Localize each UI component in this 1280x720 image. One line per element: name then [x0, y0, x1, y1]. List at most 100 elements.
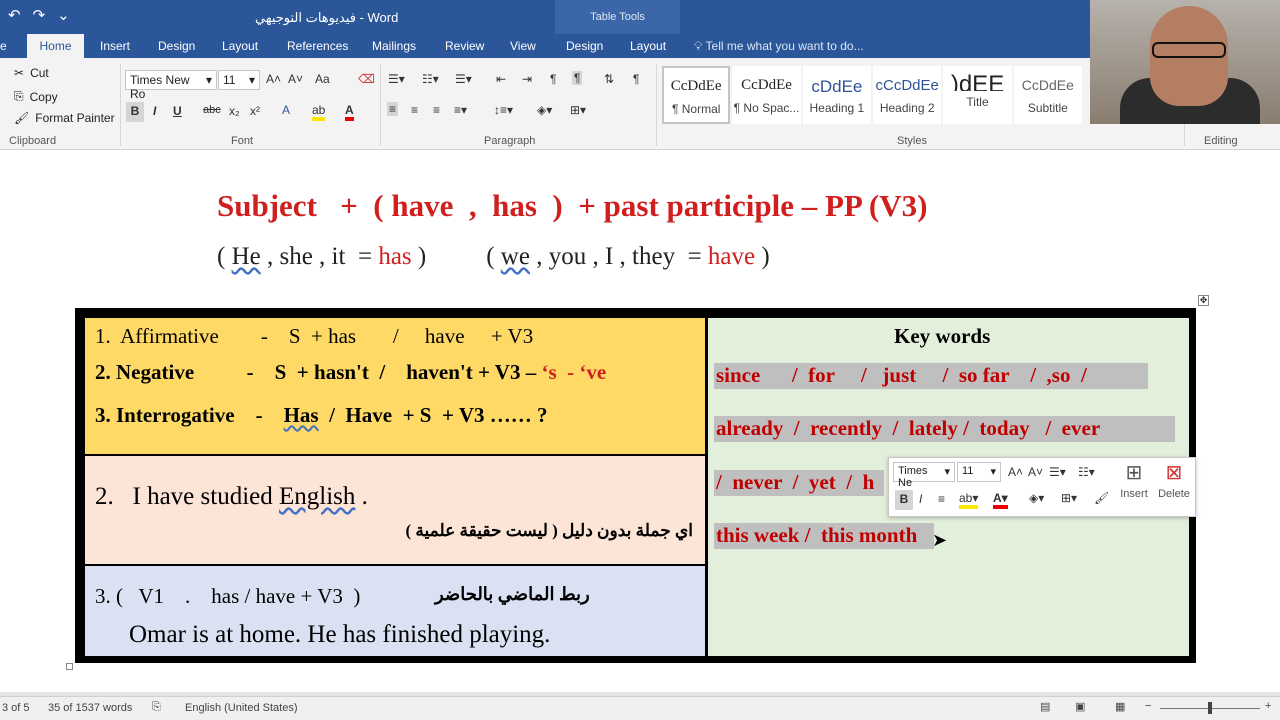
- word-count[interactable]: 35 of 1537 words: [48, 702, 132, 714]
- shading-icon[interactable]: ◈▾: [537, 103, 552, 117]
- mini-align-icon[interactable]: ≡: [938, 492, 945, 506]
- bold-button[interactable]: B: [126, 102, 144, 122]
- font-color-icon[interactable]: A: [345, 103, 354, 121]
- language-indicator[interactable]: English (United States): [185, 702, 298, 714]
- line-spacing-icon[interactable]: ↕≡▾: [494, 103, 513, 117]
- align-center-icon[interactable]: ≡: [411, 103, 418, 117]
- ltr-icon[interactable]: ¶: [550, 72, 556, 86]
- table-cell-forms[interactable]: 1. Affirmative - S + has / have + V3 2. …: [85, 318, 705, 454]
- borders-icon[interactable]: ⊞▾: [570, 103, 586, 117]
- proofing-icon[interactable]: ⎘: [152, 701, 161, 714]
- text-run: English: [278, 483, 356, 510]
- tab-mailings[interactable]: Mailings: [372, 39, 416, 53]
- tab-table-layout[interactable]: Layout: [630, 39, 666, 53]
- mini-font-color-icon[interactable]: A▾: [993, 491, 1008, 509]
- mini-format-painter-icon[interactable]: 🖌︎: [1094, 491, 1109, 505]
- shrink-font-icon[interactable]: A˅: [288, 72, 303, 86]
- chevron-down-icon: ▾: [990, 466, 996, 478]
- read-mode-icon[interactable]: ▤: [1040, 700, 1050, 713]
- strikethrough-button[interactable]: abc: [203, 104, 221, 116]
- mini-insert-button[interactable]: ⊞ Insert: [1114, 460, 1154, 516]
- sort-icon[interactable]: ⇅: [604, 72, 614, 86]
- style-no-spacing[interactable]: CcDdEe ¶ No Spac...: [732, 66, 801, 124]
- bullets-icon[interactable]: ☰▾: [1049, 465, 1066, 479]
- table-cell-example-3[interactable]: 3. ( V1 . has / have + V3 ) ربط الماضي ب…: [85, 566, 705, 656]
- subscript-button[interactable]: x₂: [229, 104, 240, 118]
- tab-view[interactable]: View: [510, 39, 536, 53]
- window-title: فيديوهات التوجيهي - Word: [255, 10, 399, 25]
- mini-shading-icon[interactable]: ◈▾: [1029, 491, 1044, 505]
- italic-button[interactable]: I: [153, 104, 156, 118]
- customize-qat-icon[interactable]: ⌄: [57, 6, 70, 24]
- style-heading-2[interactable]: cCcDdEe Heading 2: [873, 66, 942, 124]
- table-move-handle-icon[interactable]: ✥: [1198, 295, 1209, 306]
- zoom-slider-thumb[interactable]: [1208, 702, 1212, 714]
- tab-references[interactable]: References: [287, 39, 348, 53]
- ribbon: ✂ Cut ⎘ Copy 🖌︎ Format Painter Clipboard Ti…: [0, 58, 1280, 150]
- tab-review[interactable]: Review: [445, 39, 484, 53]
- mini-italic-button[interactable]: I: [919, 492, 922, 506]
- tell-me-box[interactable]: 💡︎ Tell me what you want to do...: [694, 39, 864, 54]
- tab-insert[interactable]: Insert: [100, 39, 130, 53]
- mini-highlight-icon[interactable]: ab▾: [959, 491, 979, 509]
- bullets-icon[interactable]: ☰▾: [388, 72, 405, 86]
- text-run: ): [411, 243, 427, 270]
- change-case-button[interactable]: Aa: [315, 72, 330, 86]
- decrease-indent-icon[interactable]: ⇤: [496, 72, 506, 86]
- text-run: (: [217, 243, 232, 270]
- style-title[interactable]: )dEE Title: [943, 66, 1012, 124]
- style-normal[interactable]: CcDdEe ¶ Normal: [662, 66, 731, 124]
- format-painter-button[interactable]: 🖌︎ Format Painter: [14, 111, 115, 125]
- tab-home[interactable]: Home: [27, 34, 84, 58]
- mini-font-combo[interactable]: Times Ne ▾: [893, 462, 955, 489]
- underline-button[interactable]: U: [173, 104, 182, 118]
- copy-icon: ⎘: [14, 89, 24, 103]
- text-run: we: [500, 243, 530, 270]
- zoom-out-icon[interactable]: −: [1145, 700, 1151, 712]
- redo-icon[interactable]: ↷: [33, 6, 46, 24]
- style-subtitle[interactable]: CcDdEe Subtitle: [1013, 66, 1083, 124]
- increase-indent-icon[interactable]: ⇥: [522, 72, 532, 86]
- align-right-icon[interactable]: ≡: [433, 103, 440, 117]
- tab-table-design[interactable]: Design: [566, 39, 603, 53]
- undo-icon[interactable]: ↶: [8, 6, 21, 24]
- font-name-value: Times New Ro: [130, 73, 190, 101]
- mini-delete-button[interactable]: ⊠ Delete: [1154, 460, 1194, 516]
- tab-layout[interactable]: Layout: [222, 39, 258, 53]
- cut-button[interactable]: ✂ Cut: [14, 66, 49, 80]
- document-page[interactable]: Subject + ( have , has ) + past particip…: [0, 150, 1280, 692]
- web-layout-icon[interactable]: ▦: [1115, 700, 1125, 713]
- tab-design[interactable]: Design: [158, 39, 195, 53]
- rtl-icon[interactable]: ¶: [572, 71, 583, 85]
- multilevel-list-icon[interactable]: ☰▾: [455, 72, 472, 86]
- style-sample: cDdEe: [811, 77, 863, 96]
- font-group-label: Font: [231, 135, 254, 147]
- numbering-icon[interactable]: ☷▾: [1078, 465, 1095, 479]
- align-left-icon[interactable]: ≡: [387, 102, 399, 116]
- mini-bold-button[interactable]: B: [895, 490, 913, 510]
- numbering-icon[interactable]: ☷▾: [422, 72, 439, 86]
- show-marks-icon[interactable]: ¶: [633, 72, 639, 86]
- font-size-combo[interactable]: 11 ▾: [218, 70, 260, 90]
- page-count[interactable]: 3 of 5: [2, 702, 30, 714]
- clear-formatting-icon[interactable]: ⌫: [358, 72, 375, 86]
- superscript-button[interactable]: x²: [250, 104, 260, 118]
- highlight-icon[interactable]: ab: [312, 103, 326, 121]
- font-name-combo[interactable]: Times New Ro ▾: [125, 70, 217, 101]
- text-effects-icon[interactable]: A: [282, 103, 290, 117]
- grow-font-icon[interactable]: A˄: [266, 72, 281, 86]
- table-cell-example-2[interactable]: 2. I have studied English . اي جملة بدون…: [85, 456, 705, 564]
- grow-font-icon[interactable]: A˄: [1008, 465, 1023, 479]
- print-layout-icon[interactable]: ▣: [1075, 700, 1085, 713]
- tab-file[interactable]: e: [0, 39, 7, 53]
- keywords-line-2: already / recently / lately / today / ev…: [714, 416, 1175, 442]
- shrink-font-icon[interactable]: A˅: [1028, 465, 1043, 479]
- table-resize-handle[interactable]: [66, 663, 73, 670]
- style-heading-1[interactable]: cDdEe Heading 1: [802, 66, 872, 124]
- zoom-in-icon[interactable]: +: [1265, 700, 1271, 712]
- style-name: Subtitle: [1027, 101, 1068, 115]
- justify-icon[interactable]: ≡▾: [454, 103, 467, 117]
- mini-size-combo[interactable]: 11 ▾: [957, 462, 1001, 482]
- copy-button[interactable]: ⎘ Copy: [14, 89, 58, 104]
- mini-borders-icon[interactable]: ⊞▾: [1061, 491, 1077, 505]
